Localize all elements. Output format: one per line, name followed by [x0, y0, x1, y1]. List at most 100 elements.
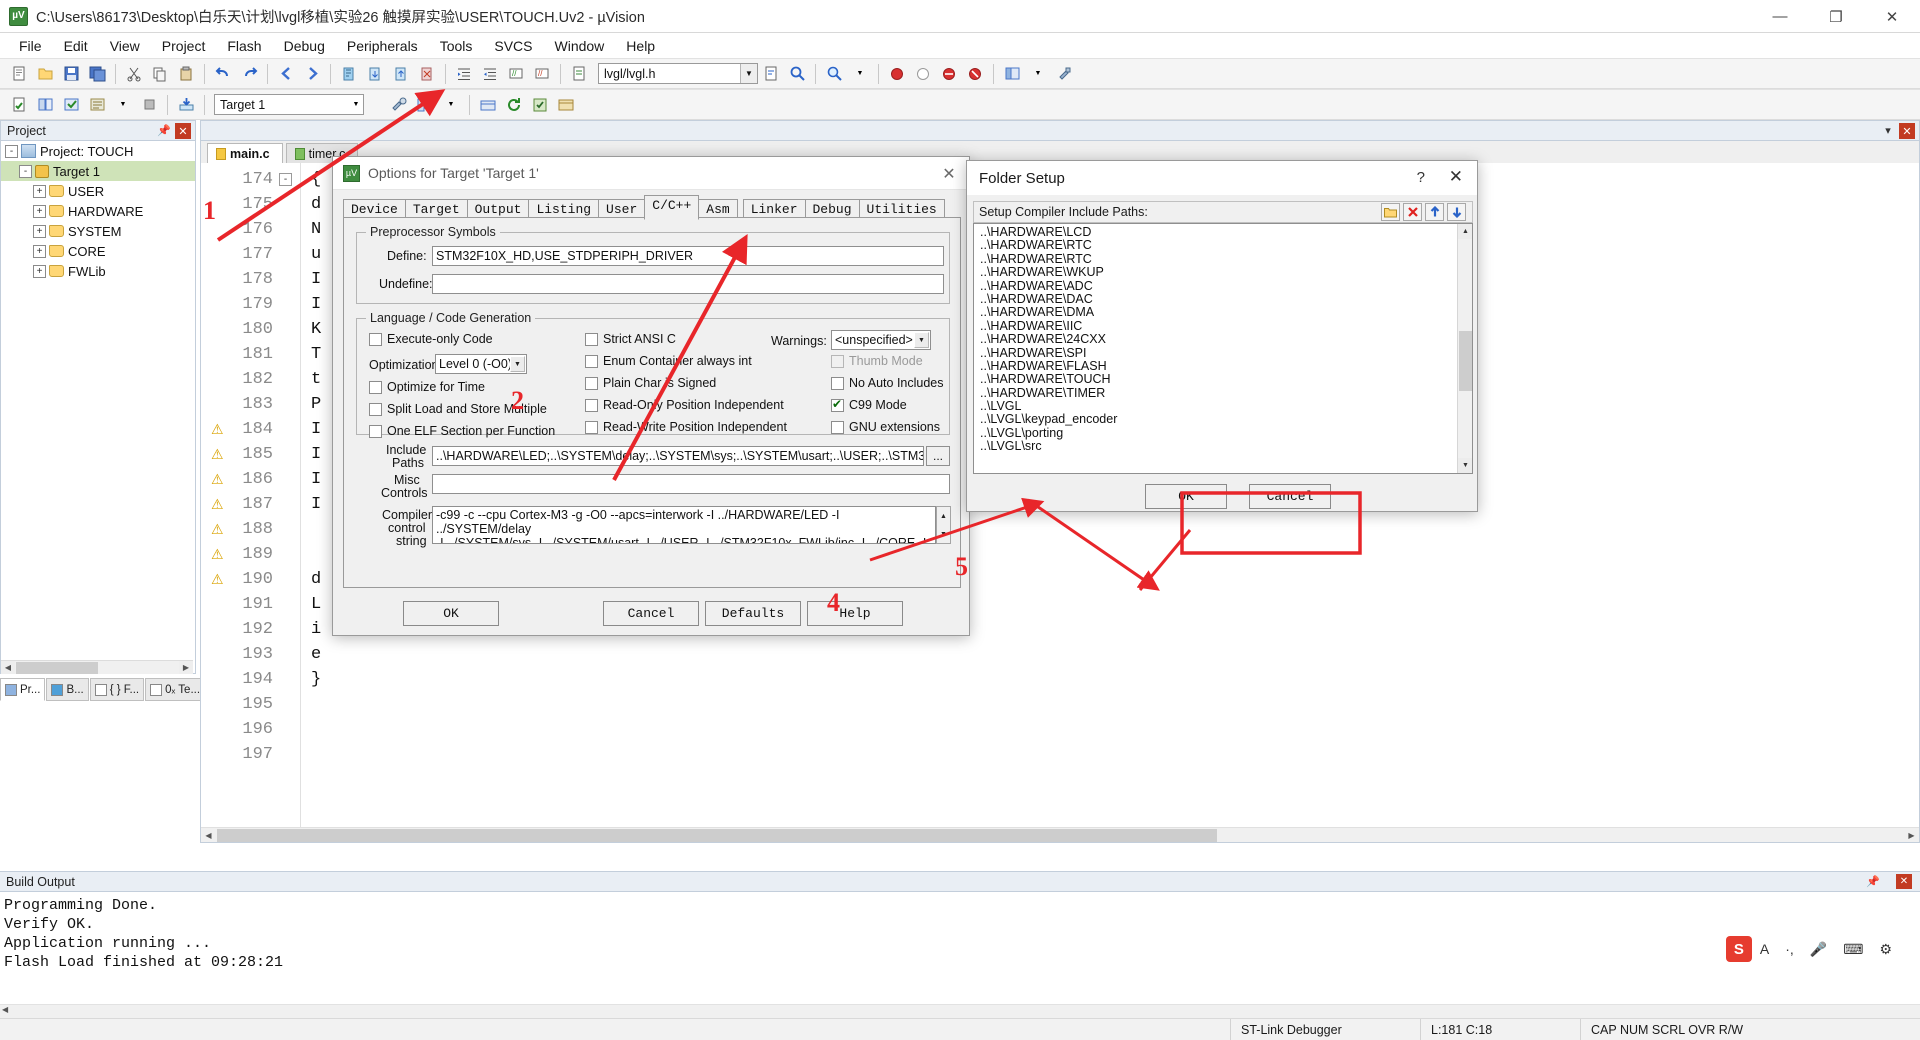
include-path-item[interactable]: ..\HARDWARE\TIMER — [974, 386, 1472, 400]
move-up-icon[interactable] — [1425, 203, 1444, 221]
menu-item-tools[interactable]: Tools — [429, 35, 484, 57]
translate-file-icon[interactable] — [7, 93, 31, 117]
project-tab-0[interactable]: Pr... — [0, 678, 46, 701]
editor-hscrollbar[interactable]: ◀ ▶ — [201, 827, 1919, 842]
rebuild-all-icon[interactable] — [59, 93, 83, 117]
checkbox-optimize-for-time[interactable] — [369, 381, 382, 394]
close-button[interactable]: ✕ — [1864, 0, 1920, 33]
comment-icon[interactable]: // — [504, 62, 528, 86]
scroll-up-icon[interactable]: ▲ — [937, 507, 950, 525]
cut-icon[interactable] — [122, 62, 146, 86]
find-dropdown-icon[interactable]: ▼ — [848, 62, 872, 86]
options-help-button[interactable]: Help — [807, 601, 903, 626]
include-path-item[interactable]: ..\HARDWARE\SPI — [974, 346, 1472, 360]
folder-cancel-button[interactable]: Cancel — [1249, 484, 1331, 509]
configure-icon[interactable] — [1052, 62, 1076, 86]
scroll-thumb[interactable] — [217, 829, 1217, 842]
folder-close-button[interactable]: ✕ — [1449, 167, 1463, 187]
include-path-item[interactable]: ..\HARDWARE\RTC — [974, 252, 1472, 266]
project-panel-tabs[interactable]: Pr... B... { } F... 0ₓ Te... — [0, 678, 206, 702]
checkbox-strict-ansi-c[interactable] — [585, 333, 598, 346]
options-ok-button[interactable]: OK — [403, 601, 499, 626]
stop-build-icon[interactable] — [137, 93, 161, 117]
tree-node-core[interactable]: + CORE — [1, 241, 195, 261]
project-tree-hscrollbar[interactable]: ◀ ▶ — [1, 660, 193, 674]
paste-icon[interactable] — [174, 62, 198, 86]
save-all-icon[interactable] — [85, 62, 109, 86]
scroll-left-icon[interactable]: ◀ — [1, 661, 15, 674]
manage-components-icon[interactable] — [413, 93, 437, 117]
include-paths-list[interactable]: ..\HARDWARE\LCD ..\HARDWARE\RTC ..\HARDWAR… — [973, 223, 1473, 474]
collapse-icon[interactable]: - — [5, 144, 18, 158]
tree-node-hardware[interactable]: + HARDWARE — [1, 201, 195, 221]
checkbox-plain-char-is-signed[interactable] — [585, 377, 598, 390]
window-layout-icon[interactable] — [1000, 62, 1024, 86]
chevron-down-icon[interactable]: ▼ — [914, 332, 929, 348]
scroll-right-icon[interactable]: ▶ — [1904, 828, 1919, 842]
include-path-item[interactable]: ..\HARDWARE\FLASH — [974, 359, 1472, 373]
misc-controls-input[interactable] — [432, 474, 950, 494]
manage-project-items-icon[interactable] — [554, 93, 578, 117]
save-icon[interactable] — [59, 62, 83, 86]
refresh-windows-icon[interactable] — [502, 93, 526, 117]
scroll-down-icon[interactable]: ▼ — [1458, 458, 1472, 473]
expand-icon[interactable]: + — [33, 264, 46, 278]
menu-item-svcs[interactable]: SVCS — [483, 35, 543, 57]
include-path-item[interactable]: ..\HARDWARE\TOUCH — [974, 372, 1472, 386]
include-paths-input[interactable]: ..\HARDWARE\LED;..\SYSTEM\delay;..\SYSTE… — [432, 446, 924, 466]
checkbox-one-elf-section-per-function[interactable] — [369, 425, 382, 438]
nav-back-icon[interactable] — [274, 62, 298, 86]
insert-file-icon[interactable] — [567, 62, 591, 86]
include-path-item[interactable]: ..\LVGL — [974, 399, 1472, 413]
menu-item-edit[interactable]: Edit — [53, 35, 99, 57]
new-folder-icon[interactable] — [1381, 203, 1400, 221]
chevron-down-icon[interactable]: ▼ — [740, 64, 757, 83]
checkbox-split-load-and-store-multiple[interactable] — [369, 403, 382, 416]
menu-item-flash[interactable]: Flash — [216, 35, 272, 57]
include-path-item[interactable]: ..\HARDWARE\IIC — [974, 319, 1472, 333]
scroll-up-icon[interactable]: ▲ — [1458, 224, 1472, 239]
kill-breakpoints-icon[interactable] — [963, 62, 987, 86]
options-for-target-icon[interactable] — [387, 93, 411, 117]
outdent-icon[interactable] — [478, 62, 502, 86]
layout-dropdown-icon[interactable]: ▼ — [1026, 62, 1050, 86]
download-icon[interactable] — [174, 93, 198, 117]
tree-node-target-1[interactable]: - Target 1 — [1, 161, 195, 181]
menu-item-window[interactable]: Window — [544, 35, 616, 57]
help-button[interactable]: ? — [1417, 169, 1425, 186]
minimize-button[interactable]: — — [1752, 0, 1808, 33]
include-paths-browse-button[interactable]: ... — [926, 446, 950, 466]
checkbox-read-only-position-independent[interactable] — [585, 399, 598, 412]
undefine-input[interactable] — [432, 274, 944, 294]
define-input[interactable]: STM32F10X_HD,USE_STDPERIPH_DRIVER — [432, 246, 944, 266]
expand-icon[interactable]: + — [33, 244, 46, 258]
start-debug-icon[interactable] — [885, 62, 909, 86]
folder-setup-dialog[interactable]: Folder Setup ? ✕ Setup Compiler Include … — [966, 160, 1478, 512]
editor-tab-main-c[interactable]: main.c — [207, 143, 283, 163]
ime-logo-icon[interactable]: S — [1725, 936, 1752, 962]
menu-item-project[interactable]: Project — [151, 35, 217, 57]
open-file-icon[interactable] — [33, 62, 57, 86]
scroll-right-icon[interactable]: ▶ — [179, 661, 193, 674]
uncomment-icon[interactable]: // — [530, 62, 554, 86]
include-path-item[interactable]: ..\LVGL\keypad_encoder — [974, 413, 1472, 427]
redo-icon[interactable] — [237, 62, 261, 86]
build-output-hscrollbar[interactable]: ◀ — [0, 1004, 1920, 1018]
goto-definition-icon[interactable] — [759, 62, 783, 86]
scroll-left-icon[interactable]: ◀ — [201, 828, 216, 842]
include-path-item[interactable]: ..\HARDWARE\RTC — [974, 238, 1472, 252]
ime-settings-icon[interactable]: ⚙ — [1879, 941, 1892, 958]
scroll-down-icon[interactable]: ▼ — [937, 525, 950, 543]
scroll-left-icon[interactable]: ◀ — [2, 1005, 8, 1014]
scroll-thumb[interactable] — [16, 662, 98, 674]
insert-breakpoint-icon[interactable] — [937, 62, 961, 86]
include-path-item[interactable]: ..\LVGL\src — [974, 439, 1472, 453]
copy-icon[interactable] — [148, 62, 172, 86]
menu-item-peripherals[interactable]: Peripherals — [336, 35, 429, 57]
maximize-button[interactable]: ❐ — [1808, 0, 1864, 33]
indent-icon[interactable] — [452, 62, 476, 86]
options-cancel-button[interactable]: Cancel — [603, 601, 699, 626]
options-for-target-dialog[interactable]: µV Options for Target 'Target 1' ✕ Devic… — [332, 156, 970, 636]
checkbox-read-write-position-independent[interactable] — [585, 421, 598, 434]
fold-toggle-icon[interactable]: - — [279, 173, 292, 186]
